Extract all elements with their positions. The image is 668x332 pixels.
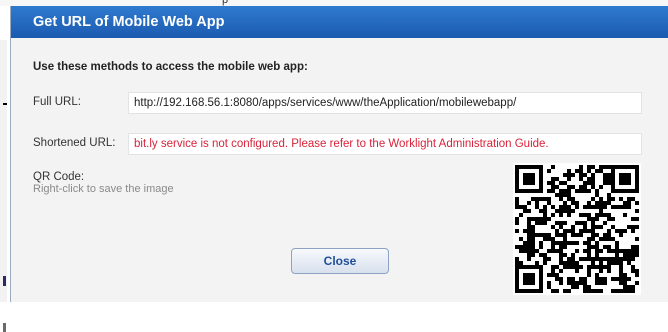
dialog-title[interactable]: Get URL of Mobile Web App xyxy=(11,6,668,38)
full-url-label: Full URL: xyxy=(33,96,81,108)
background-mark xyxy=(3,276,6,286)
dialog-intro-text: Use these methods to access the mobile w… xyxy=(33,61,308,73)
background-mark xyxy=(3,103,7,105)
full-url-field[interactable]: http://192.168.56.1:8080/apps/services/w… xyxy=(128,92,642,114)
qr-code-icon[interactable] xyxy=(513,163,641,295)
qr-code-label: QR Code: xyxy=(33,171,85,183)
background-mark xyxy=(3,323,6,332)
close-button[interactable]: Close xyxy=(291,248,389,274)
shortened-url-field[interactable]: bit.ly service is not configured. Please… xyxy=(128,133,642,155)
shortened-url-label: Shortened URL: xyxy=(33,137,116,149)
qr-code-hint: Right-click to save the image xyxy=(33,183,174,195)
background-page-edge xyxy=(0,40,7,332)
get-url-dialog: Get URL of Mobile Web App Use these meth… xyxy=(10,6,668,302)
